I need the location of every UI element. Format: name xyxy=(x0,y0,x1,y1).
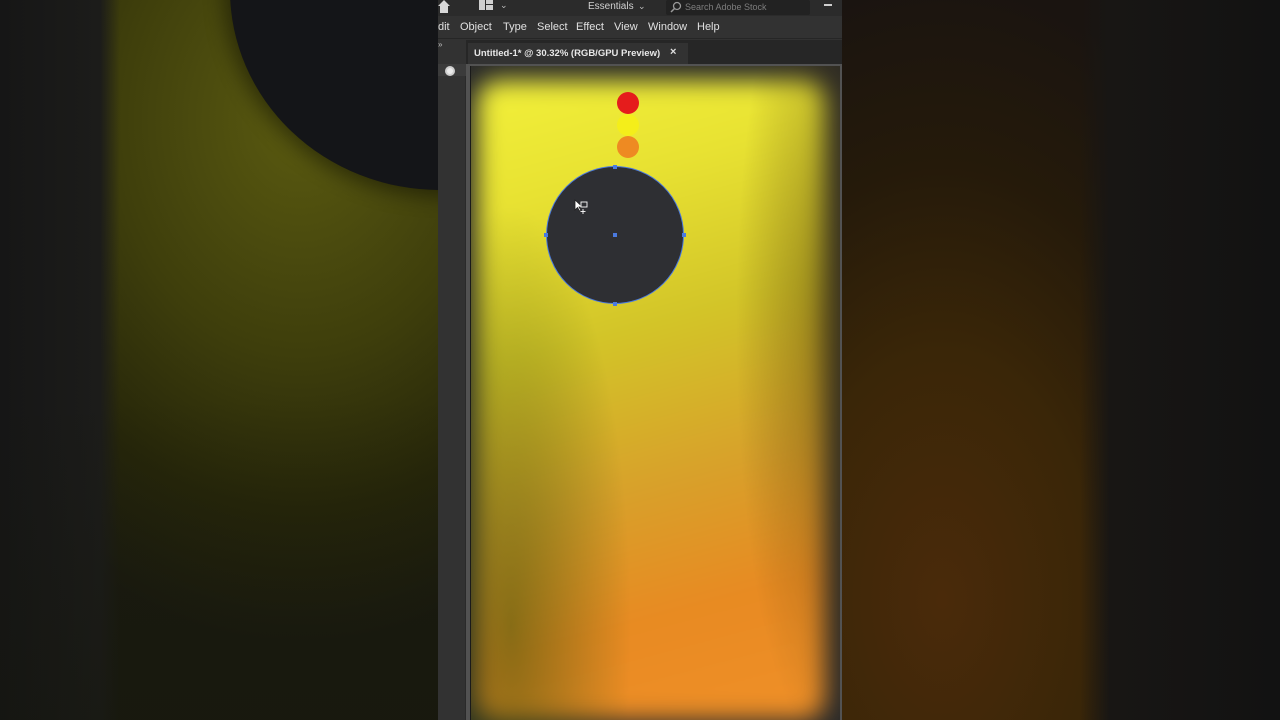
illustrator-window: ⌄ Essentials ⌄ dit Object Type Select Ef… xyxy=(438,0,842,720)
title-bar: ⌄ Essentials ⌄ xyxy=(438,0,842,16)
document-tab[interactable]: Untitled-1* @ 30.32% (RGB/GPU Preview) × xyxy=(468,43,688,64)
blurred-background-right xyxy=(842,0,1280,720)
anchor-point-right[interactable] xyxy=(682,233,686,237)
gradient-edge-shading xyxy=(471,66,840,720)
blurred-background-left xyxy=(0,0,438,720)
tools-panel xyxy=(438,64,466,720)
red-circle[interactable] xyxy=(617,92,639,114)
menu-window[interactable]: Window xyxy=(648,21,687,33)
close-icon[interactable]: × xyxy=(670,46,676,58)
yellow-circle[interactable] xyxy=(617,114,639,136)
menu-help[interactable]: Help xyxy=(697,21,720,33)
home-icon[interactable] xyxy=(438,0,450,14)
expand-arrow-icon[interactable]: » xyxy=(438,40,442,49)
canvas-area[interactable] xyxy=(466,64,842,720)
search-icon xyxy=(670,1,682,13)
move-cursor-icon xyxy=(574,199,588,214)
background-shade xyxy=(0,0,438,720)
menu-view[interactable]: View xyxy=(614,21,638,33)
toolbar-header: » xyxy=(438,40,466,64)
stock-search-input[interactable] xyxy=(685,0,805,14)
center-point[interactable] xyxy=(613,233,617,237)
orange-circle[interactable] xyxy=(617,136,639,158)
menu-effect[interactable]: Effect xyxy=(576,21,604,33)
document-tab-title: Untitled-1* @ 30.32% (RGB/GPU Preview) xyxy=(474,48,661,59)
chevron-down-icon[interactable]: ⌄ xyxy=(638,1,646,12)
menu-edit[interactable]: dit xyxy=(438,21,450,33)
anchor-point-left[interactable] xyxy=(544,233,548,237)
gear-icon[interactable] xyxy=(443,64,457,78)
anchor-point-top[interactable] xyxy=(613,165,617,169)
chevron-down-icon[interactable]: ⌄ xyxy=(500,0,508,11)
menu-object[interactable]: Object xyxy=(460,21,492,33)
document-tab-bar: » Untitled-1* @ 30.32% (RGB/GPU Preview)… xyxy=(438,40,842,64)
stock-search-field[interactable] xyxy=(666,0,810,15)
workspace-switcher[interactable]: Essentials xyxy=(588,0,634,14)
minimize-button[interactable] xyxy=(824,4,832,6)
anchor-point-bottom[interactable] xyxy=(613,302,617,306)
menu-type[interactable]: Type xyxy=(503,21,527,33)
artboard[interactable] xyxy=(470,66,840,720)
menu-select[interactable]: Select xyxy=(537,21,568,33)
workspace-layout-icon[interactable] xyxy=(479,0,493,10)
menu-bar: dit Object Type Select Effect View Windo… xyxy=(438,16,842,39)
